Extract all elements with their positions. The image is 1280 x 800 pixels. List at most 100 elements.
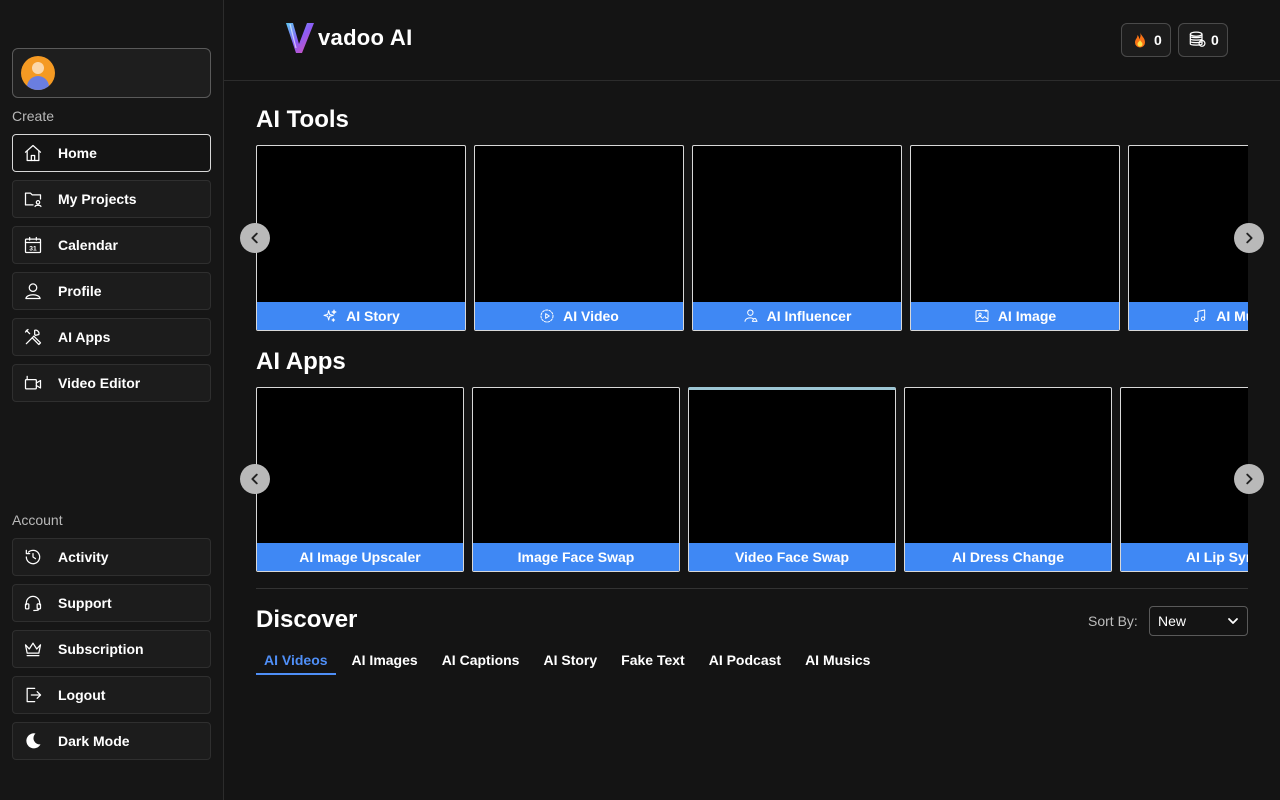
card-label-bar: Video Face Swap [689,543,895,571]
chevron-left-icon [251,473,258,485]
sidebar-item-calendar[interactable]: 31 Calendar [12,226,211,264]
chevron-right-icon [1246,232,1253,244]
headset-icon [23,593,43,613]
sidebar-item-label: Calendar [58,237,118,253]
moon-icon [23,731,43,751]
card-label-bar: AI Music [1129,302,1248,330]
tab-ai-images[interactable]: AI Images [344,646,426,675]
calendar-icon: 31 [23,235,43,255]
sidebar-item-support[interactable]: Support [12,584,211,622]
ai-tool-card-ai-video[interactable]: AI Video [474,145,684,331]
user-icon [23,281,43,301]
card-label-bar: AI Image Upscaler [257,543,463,571]
card-label-bar: AI Image [911,302,1119,330]
svg-text:31: 31 [29,245,37,252]
chevron-right-icon [1246,473,1253,485]
logo-text: vadoo AI [318,25,413,50]
ai-app-card-image-face-swap[interactable]: Image Face Swap [472,387,680,572]
sidebar-item-ai-apps[interactable]: AI Apps [12,318,211,356]
sparkles-icon [323,309,337,322]
tab-ai-story[interactable]: AI Story [535,646,605,675]
image-icon [975,309,989,322]
card-label-bar: AI Dress Change [905,543,1111,571]
ai-tools-next-button[interactable] [1234,223,1264,253]
ai-tools-heading: AI Tools [256,106,349,133]
tools-icon [23,327,43,347]
section-divider [256,588,1248,589]
fire-icon [1135,31,1145,48]
crown-icon [23,639,43,659]
tab-ai-musics[interactable]: AI Musics [797,646,878,675]
user-profile-box[interactable] [12,48,211,98]
sidebar-item-home[interactable]: Home [12,134,211,172]
tab-ai-podcast[interactable]: AI Podcast [701,646,789,675]
sidebar-item-logout[interactable]: Logout [12,676,211,714]
sidebar: Create Home My Projects 31 Calendar Prof… [0,0,224,800]
sidebar-item-label: Video Editor [58,375,141,391]
streak-counter[interactable]: 0 [1121,23,1171,57]
ai-app-card-image-upscaler[interactable]: AI Image Upscaler [256,387,464,572]
sidebar-item-subscription[interactable]: Subscription [12,630,211,668]
sidebar-item-video-editor[interactable]: Video Editor [12,364,211,402]
tab-fake-text[interactable]: Fake Text [613,646,693,675]
discover-tabs: AI Videos AI Images AI Captions AI Story… [256,646,886,676]
logout-icon [23,685,43,705]
card-label-bar: AI Story [257,302,465,330]
influencer-icon [744,309,758,322]
home-icon [23,143,43,163]
sidebar-item-label: Subscription [58,641,144,657]
sidebar-item-dark-mode[interactable]: Dark Mode [12,722,211,760]
ai-tool-card-ai-music[interactable]: AI Music [1128,145,1248,331]
tab-ai-captions[interactable]: AI Captions [434,646,528,675]
chevron-down-icon [1228,618,1238,624]
ai-tools-carousel: AI Story AI Video AI Influencer AI Image… [256,145,1248,331]
sidebar-item-activity[interactable]: Activity [12,538,211,576]
chevron-left-icon [251,232,258,244]
sidebar-item-label: Home [58,145,97,161]
sidebar-item-my-projects[interactable]: My Projects [12,180,211,218]
discover-heading: Discover [256,606,358,633]
sidebar-item-profile[interactable]: Profile [12,272,211,310]
ai-apps-carousel: AI Image Upscaler Image Face Swap Video … [256,387,1248,572]
sidebar-item-label: My Projects [58,191,137,207]
folder-user-icon [23,189,43,209]
sidebar-item-label: Support [58,595,112,611]
card-label-bar: AI Lip Sync [1121,543,1248,571]
ai-tool-card-ai-influencer[interactable]: AI Influencer [692,145,902,331]
sidebar-item-label: AI Apps [58,329,111,345]
credits-count: 0 [1211,32,1219,48]
avatar [21,56,55,90]
ai-app-card-dress-change[interactable]: AI Dress Change [904,387,1112,572]
vadoo-logo-icon [286,23,314,53]
ai-app-card-video-face-swap[interactable]: Video Face Swap [688,387,896,572]
card-label-bar: AI Video [475,302,683,330]
video-camera-icon [23,373,43,393]
coins-stack-icon [1189,31,1206,47]
credits-counter[interactable]: 0 [1178,23,1228,57]
play-circle-icon [540,309,554,323]
logo[interactable]: vadoo AI [284,20,412,56]
sort-by-select[interactable]: New [1149,606,1248,636]
music-note-icon [1194,309,1206,323]
streak-count: 0 [1154,32,1162,48]
history-icon [23,547,43,567]
ai-app-card-lip-sync[interactable]: AI Lip Sync [1120,387,1248,572]
sidebar-item-label: Dark Mode [58,733,130,749]
ai-apps-next-button[interactable] [1234,464,1264,494]
ai-tools-prev-button[interactable] [240,223,270,253]
sort-selected-value: New [1158,613,1187,629]
account-section-label: Account [12,512,63,528]
create-section-label: Create [12,108,55,124]
tab-ai-videos[interactable]: AI Videos [256,646,336,675]
ai-tool-card-ai-story[interactable]: AI Story [256,145,466,331]
ai-apps-prev-button[interactable] [240,464,270,494]
ai-tool-card-ai-image[interactable]: AI Image [910,145,1120,331]
sidebar-item-label: Activity [58,549,109,565]
sidebar-item-label: Profile [58,283,102,299]
top-header: vadoo AI 0 0 [224,0,1280,81]
ai-apps-heading: AI Apps [256,348,346,375]
card-label-bar: Image Face Swap [473,543,679,571]
sidebar-item-label: Logout [58,687,106,703]
sort-by-label: Sort By: [1088,613,1138,629]
card-label-bar: AI Influencer [693,302,901,330]
